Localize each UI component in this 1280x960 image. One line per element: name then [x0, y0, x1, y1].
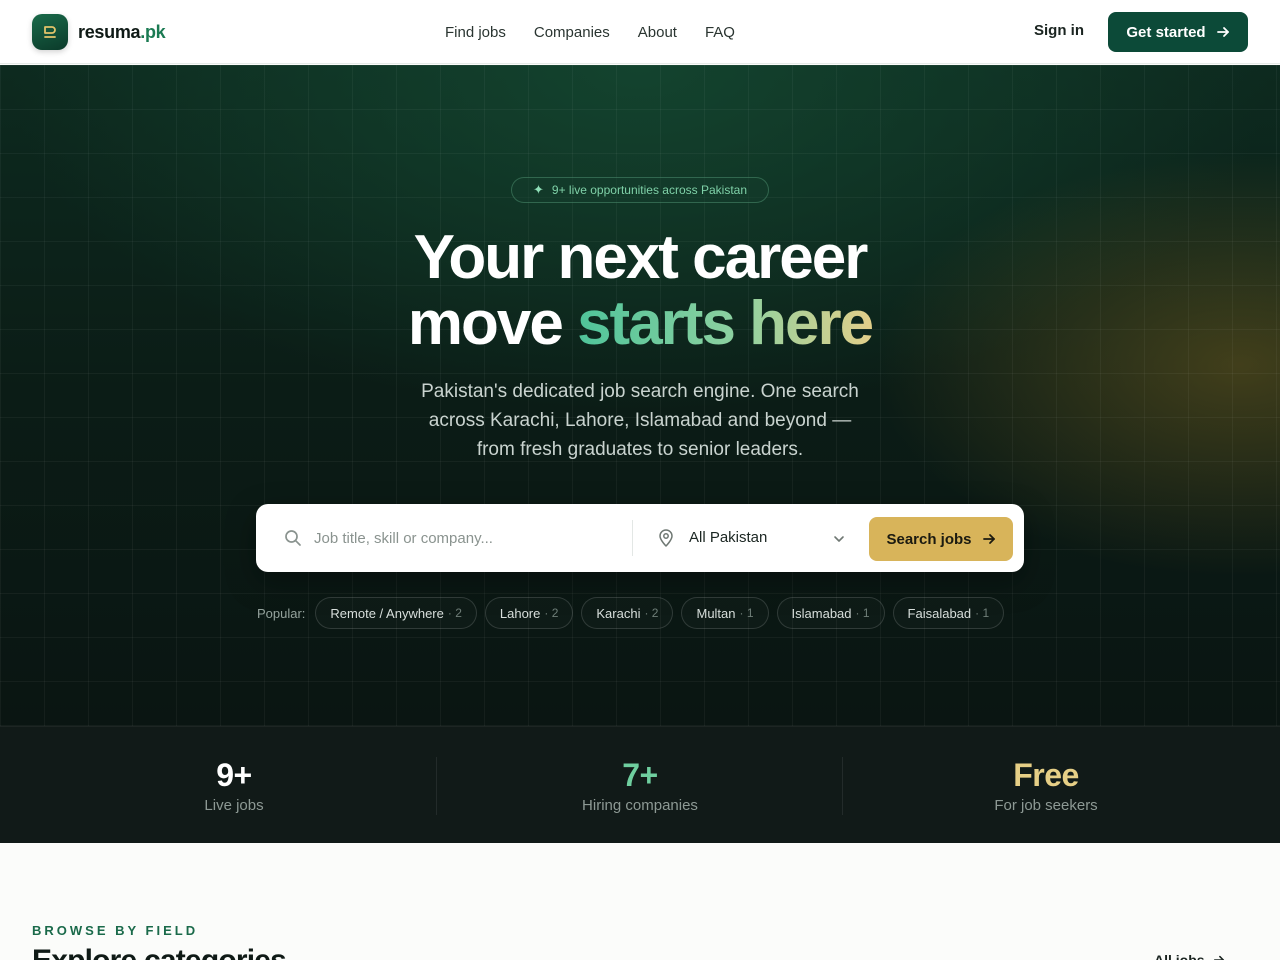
stat-value: 9+ — [216, 757, 252, 793]
nav-about[interactable]: About — [638, 24, 677, 41]
stats-strip: 9+ Live jobs 7+ Hiring companies Free Fo… — [0, 726, 1280, 843]
section-title: Explore categories — [32, 944, 287, 960]
search-jobs-label: Search jobs — [886, 530, 972, 548]
popular-chip-lahore[interactable]: Lahore · 2 — [484, 597, 574, 629]
stat-value: 7+ — [622, 757, 658, 793]
search-divider — [632, 520, 633, 556]
stat-hiring-companies: 7+ Hiring companies — [437, 727, 843, 844]
popular-chip-multan[interactable]: Multan · 1 — [681, 597, 769, 629]
job-search-bar: All Pakistan Search jobs — [256, 504, 1024, 572]
popular-chip-remote[interactable]: Remote / Anywhere · 2 — [315, 597, 477, 629]
stat-value: Free — [1013, 757, 1079, 793]
job-search-input[interactable] — [314, 522, 614, 554]
stat-live-jobs: 9+ Live jobs — [31, 727, 437, 844]
section-eyebrow: BROWSE BY FIELD — [32, 923, 199, 938]
all-jobs-link[interactable]: All jobs — [1154, 952, 1225, 960]
stat-label: Hiring companies — [582, 797, 698, 814]
hero-section: ✦ 9+ live opportunities across Pakistan … — [0, 65, 1280, 726]
nav-companies[interactable]: Companies — [534, 24, 610, 41]
main-nav: Find jobs Companies About FAQ — [445, 0, 735, 64]
search-jobs-button[interactable]: Search jobs — [869, 517, 1013, 561]
top-nav: resuma.pk Find jobs Companies About FAQ … — [0, 0, 1280, 64]
popular-chip-faisalabad[interactable]: Faisalabad · 1 — [892, 597, 1005, 629]
search-icon — [285, 530, 301, 546]
map-pin-icon — [659, 529, 673, 547]
get-started-label: Get started — [1126, 23, 1206, 41]
stat-free: Free For job seekers — [843, 727, 1249, 844]
hero-headline: Your next career move starts here — [407, 223, 874, 358]
badge-label: 9+ live opportunities across Pakistan — [551, 183, 747, 197]
location-select[interactable]: All Pakistan — [689, 529, 767, 546]
popular-chip-islamabad[interactable]: Islamabad · 1 — [776, 597, 885, 629]
popular-label: Popular: — [257, 605, 306, 621]
brand-name: resuma.pk — [78, 21, 166, 42]
arrow-right-icon — [982, 534, 995, 544]
stat-label: Live jobs — [204, 797, 264, 814]
sparkle-icon: ✦ — [532, 182, 544, 197]
stat-label: For job seekers — [994, 797, 1098, 814]
sign-in-link[interactable]: Sign in — [1034, 22, 1084, 39]
nav-find-jobs[interactable]: Find jobs — [445, 24, 506, 41]
logo-icon — [32, 14, 68, 50]
chevron-down-icon[interactable] — [832, 532, 846, 546]
nav-faq[interactable]: FAQ — [705, 24, 735, 41]
popular-searches: Popular: Remote / Anywhere · 2 Lahore · 2 … — [257, 597, 1005, 629]
headline-accent: starts here — [577, 289, 874, 358]
get-started-button[interactable]: Get started — [1108, 12, 1248, 52]
live-opportunities-badge: ✦ 9+ live opportunities across Pakistan — [511, 177, 769, 203]
popular-chip-karachi[interactable]: Karachi · 2 — [581, 597, 674, 629]
arrow-right-icon — [1213, 955, 1224, 960]
arrow-right-icon — [1216, 27, 1229, 37]
brand-logo[interactable]: resuma.pk — [32, 14, 166, 50]
hero-subtitle: Pakistan's dedicated job search engine. … — [421, 381, 859, 460]
